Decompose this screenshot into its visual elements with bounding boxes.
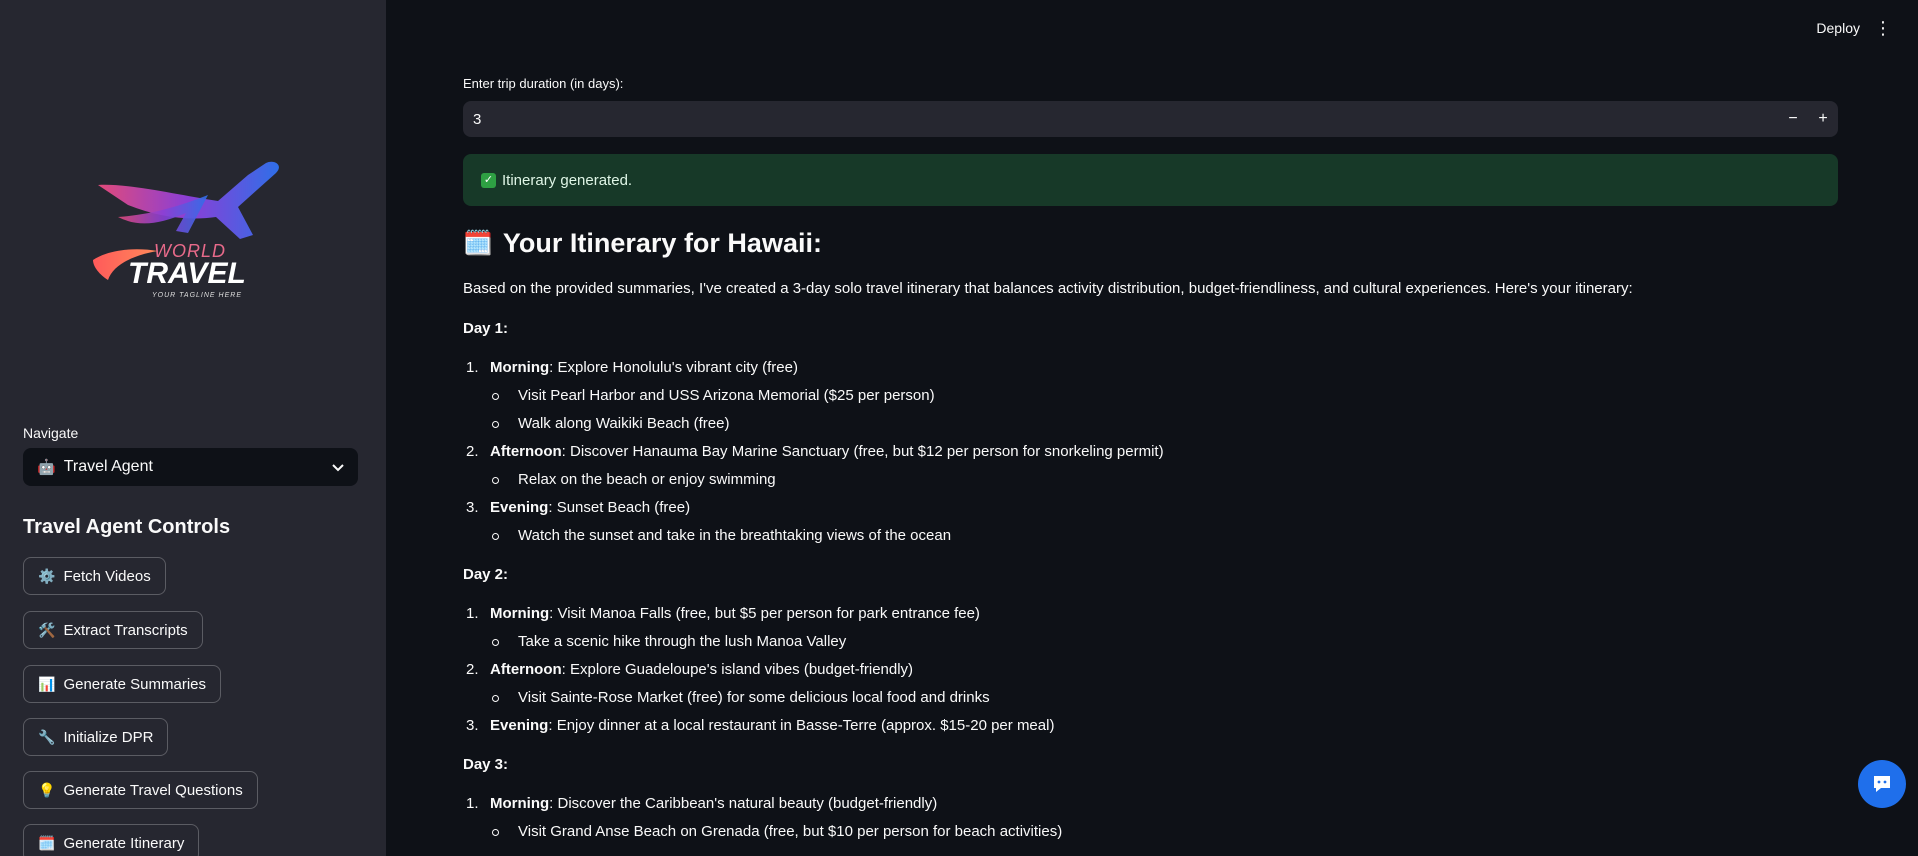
duration-number-input: 3 − + (463, 101, 1838, 137)
button-label: Extract Transcripts (63, 621, 188, 639)
time-of-day: Evening (490, 717, 549, 734)
button-label: Generate Travel Questions (63, 781, 243, 799)
sub-list-item: Relax on the beach or enjoy swimming (490, 470, 1838, 490)
app: WORLD TRAVEL YOUR TAGLINE HERE Navigate … (0, 0, 1918, 856)
list-item: 1. Morning: Explore Honolulu's vibrant c… (463, 358, 1838, 434)
svg-text:YOUR TAGLINE HERE: YOUR TAGLINE HERE (152, 292, 242, 299)
chat-support-button[interactable] (1858, 760, 1906, 808)
button-label: Generate Itinerary (63, 834, 185, 852)
itinerary-intro: Based on the provided summaries, I've cr… (463, 280, 1633, 297)
time-of-day: Afternoon (490, 661, 562, 678)
activity-text: : Discover Hanauma Bay Marine Sanctuary … (561, 443, 1164, 460)
deploy-button[interactable]: Deploy (1816, 20, 1860, 36)
time-of-day: Morning (490, 359, 550, 376)
itinerary-body: Based on the provided summaries, I've cr… (463, 280, 1838, 850)
activity-text: : Explore Guadeloupe's island vibes (bud… (561, 661, 914, 678)
tools-icon: 🛠️ (38, 621, 56, 638)
time-of-day: Afternoon (490, 443, 562, 460)
sub-list-item: Visit Sainte-Rose Market (free) for some… (490, 688, 1838, 708)
time-of-day: Morning (490, 795, 550, 812)
button-label: Initialize DPR (63, 728, 154, 746)
list-item: 2. Afternoon: Discover Hanauma Bay Marin… (463, 442, 1838, 490)
fetch-videos-button[interactable]: ⚙️ Fetch Videos (23, 557, 166, 595)
wrench-icon: 🔧 (38, 728, 56, 745)
robot-icon: 🤖 (37, 459, 56, 476)
time-of-day: Evening (490, 499, 549, 516)
bar-chart-icon: 📊 (38, 675, 56, 692)
day-3-list: 1. Morning: Discover the Caribbean's nat… (463, 794, 1838, 842)
sidebar: WORLD TRAVEL YOUR TAGLINE HERE Navigate … (0, 0, 386, 856)
day-1-list: 1. Morning: Explore Honolulu's vibrant c… (463, 358, 1838, 546)
list-item: 1. Morning: Visit Manoa Falls (free, but… (463, 604, 1838, 652)
checkmark-icon: ✓ (481, 172, 496, 188)
day-2-list: 1. Morning: Visit Manoa Falls (free, but… (463, 604, 1838, 736)
sub-list-item: Take a scenic hike through the lush Mano… (490, 632, 1838, 652)
day-heading: Day 3: (463, 756, 509, 773)
lightbulb-icon: 💡 (38, 781, 56, 798)
initialize-dpr-button[interactable]: 🔧 Initialize DPR (23, 718, 169, 756)
button-label: Fetch Videos (63, 567, 151, 585)
sub-list-item: Walk along Waikiki Beach (free) (490, 414, 1838, 434)
activity-text: : Explore Honolulu's vibrant city (free) (549, 359, 798, 376)
main-content: Deploy ⋮ Enter trip duration (in days): … (386, 0, 1918, 856)
controls-title: Travel Agent Controls (23, 516, 231, 538)
gear-icon: ⚙️ (38, 567, 56, 584)
generate-travel-questions-button[interactable]: 💡 Generate Travel Questions (23, 771, 258, 809)
itinerary-title: 🗓️ Your Itinerary for Hawaii: (463, 228, 822, 259)
list-item: 1. Morning: Discover the Caribbean's nat… (463, 794, 1838, 842)
duration-input[interactable]: 3 (473, 111, 1778, 128)
calendar-icon: 🗓️ (38, 834, 56, 851)
activity-text: : Discover the Caribbean's natural beaut… (549, 795, 938, 812)
navigate-select[interactable]: 🤖 Travel Agent (23, 448, 358, 486)
calendar-icon: 🗓️ (463, 230, 493, 257)
chat-bubble-icon (1874, 776, 1890, 792)
time-of-day: Morning (490, 605, 550, 622)
itinerary-title-text: Your Itinerary for Hawaii: (502, 228, 822, 258)
activity-text: : Enjoy dinner at a local restaurant in … (548, 717, 1055, 734)
airplane-logo-icon: WORLD TRAVEL YOUR TAGLINE HERE (93, 161, 279, 299)
list-item: 2. Afternoon: Explore Guadeloupe's islan… (463, 660, 1838, 708)
extract-transcripts-button[interactable]: 🛠️ Extract Transcripts (23, 611, 203, 649)
decrement-button[interactable]: − (1778, 110, 1808, 128)
duration-label: Enter trip duration (in days): (463, 76, 624, 91)
navigate-select-value: Travel Agent (63, 458, 153, 475)
sub-list-item: Visit Pearl Harbor and USS Arizona Memor… (490, 386, 1838, 406)
chevron-down-icon (332, 460, 344, 475)
sub-list-item: Visit Grand Anse Beach on Grenada (free,… (490, 822, 1838, 842)
svg-text:TRAVEL: TRAVEL (128, 257, 246, 290)
list-item: 3. Evening: Enjoy dinner at a local rest… (466, 717, 1055, 734)
list-item: 3. Evening: Sunset Beach (free) Watch th… (463, 498, 1838, 546)
day-heading: Day 1: (463, 320, 509, 337)
navigate-label: Navigate (23, 425, 79, 441)
more-menu-icon[interactable]: ⋮ (1874, 18, 1892, 38)
success-text: Itinerary generated. (502, 171, 633, 189)
increment-button[interactable]: + (1808, 110, 1838, 128)
activity-text: : Visit Manoa Falls (free, but $5 per pe… (549, 605, 980, 622)
sub-list-item: Watch the sunset and take in the breatht… (490, 526, 1838, 546)
button-label: Generate Summaries (63, 675, 206, 693)
sidebar-resize-handle[interactable] (0, 852, 386, 856)
success-alert: ✓ Itinerary generated. (463, 154, 1838, 206)
generate-summaries-button[interactable]: 📊 Generate Summaries (23, 665, 221, 703)
activity-text: : Sunset Beach (free) (548, 499, 691, 516)
day-heading: Day 2: (463, 566, 509, 583)
world-travel-logo: WORLD TRAVEL YOUR TAGLINE HERE (88, 155, 288, 305)
